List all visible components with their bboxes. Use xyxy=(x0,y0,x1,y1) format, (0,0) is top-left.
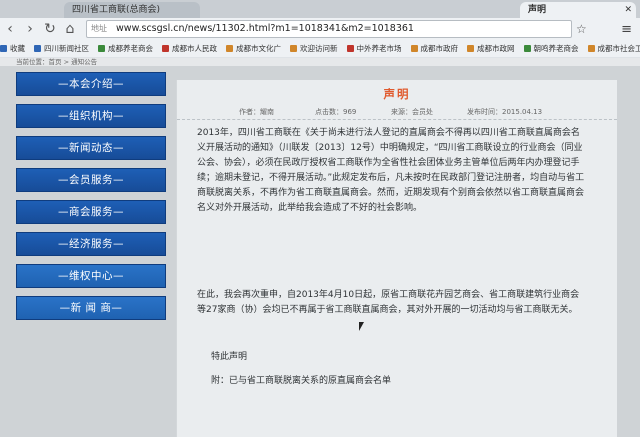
tab-statement[interactable]: 声明 ✕ xyxy=(520,2,636,18)
sidebar-item-chamber-services[interactable]: —商会服务— xyxy=(16,200,166,224)
bookmark-icon xyxy=(346,45,354,52)
bookmark-icon xyxy=(587,45,595,52)
bookmark-icon xyxy=(226,45,233,52)
bookmark-item[interactable]: 欢迎访问新 xyxy=(290,43,338,54)
article-sign: 特此声明 xyxy=(211,352,248,362)
article-clicks: 点击数：969 xyxy=(315,108,357,116)
bookmark-icon xyxy=(467,45,474,52)
sidebar-item-economic-services[interactable]: —经济服务— xyxy=(16,232,166,256)
bookmarks-bar: 收藏 四川新闻社区 成都养老商会 成都市人民政 成都市文化广 欢迎访问新 中外养… xyxy=(0,40,640,57)
article-panel: 声明 作者：耀南 点击数：969 来源：会员处 发布时间：2015.04.13 … xyxy=(176,80,617,437)
article-source: 来源：会员处 xyxy=(391,108,433,116)
sidebar-nav: —本会介绍— —组织机构— —新闻动态— —会员服务— —商会服务— —经济服务… xyxy=(16,72,166,328)
tab-label: 声明 xyxy=(528,5,547,15)
bookmark-icon xyxy=(410,45,418,52)
sidebar-item-about[interactable]: —本会介绍— xyxy=(16,72,166,96)
bookmark-item[interactable]: 朝鸣养老商会 xyxy=(523,43,579,54)
article-meta: 作者：耀南 点击数：969 来源：会员处 发布时间：2015.04.13 xyxy=(177,105,617,120)
bookmark-icon xyxy=(523,45,531,52)
bookmark-item[interactable]: 四川新闻社区 xyxy=(34,43,89,54)
tab-scsgsl[interactable]: 四川省工商联(总商会) xyxy=(64,2,200,18)
browser-chrome: 四川省工商联(总商会) 声明 ✕ ‹ › ↻ ⌂ 地址 www.scsgsl.c… xyxy=(0,0,640,59)
article-author: 作者：耀南 xyxy=(239,108,274,116)
sidebar-item-rights-center[interactable]: —维权中心— xyxy=(16,264,166,288)
home-icon[interactable]: ⌂ xyxy=(60,21,80,37)
page-title: 声明 xyxy=(383,87,411,101)
sidebar-item-member-services[interactable]: —会员服务— xyxy=(16,168,166,192)
bookmark-item[interactable]: 收藏 xyxy=(0,43,25,54)
menu-icon[interactable]: ≡ xyxy=(621,22,632,37)
address-bar[interactable]: 地址 www.scsgsl.cn/news/11302.html?m1=1018… xyxy=(86,20,572,38)
bookmark-item[interactable]: 成都市政网 xyxy=(467,43,515,54)
bookmark-icon xyxy=(290,45,297,52)
bookmark-icon xyxy=(0,45,7,52)
bookmark-item[interactable]: 成都市人民政 xyxy=(162,43,217,54)
back-icon[interactable]: ‹ xyxy=(0,21,20,37)
forward-icon[interactable]: › xyxy=(20,21,40,37)
bookmark-icon xyxy=(98,45,105,52)
article-paragraph: 在此，我会再次重申，自2013年4月10日起，原省工商联花卉园艺商会、省工商联建… xyxy=(197,290,580,315)
bookmark-item[interactable]: 成都养老商会 xyxy=(98,43,153,54)
bookmark-item[interactable]: 成都市政府 xyxy=(410,43,458,54)
sidebar-item-new-chambers[interactable]: —新 闻 商— xyxy=(16,296,166,320)
breadcrumb: 当前位置：首页 > 通知公告 xyxy=(0,58,640,66)
tab-label: 四川省工商联(总商会) xyxy=(72,5,161,15)
bookmark-item[interactable]: 中外养老市场 xyxy=(346,43,402,54)
mouse-cursor-icon xyxy=(359,322,364,331)
bookmark-icon xyxy=(34,45,41,52)
article-date: 发布时间：2015.04.13 xyxy=(467,108,543,116)
url-text: www.scsgsl.cn/news/11302.html?m1=1018341… xyxy=(116,23,414,34)
bookmark-item[interactable]: 成都市文化广 xyxy=(226,43,281,54)
article-paragraph: 2013年，四川省工商联在《关于尚未进行法人登记的直属商会不得再以四川省工商联直… xyxy=(197,128,585,213)
address-label: 地址 xyxy=(91,24,107,33)
bookmark-icon xyxy=(162,45,169,52)
close-icon[interactable]: ✕ xyxy=(624,2,632,18)
bookmark-item[interactable]: 成都市社会工 xyxy=(587,43,640,54)
article-attachment: 附：已与省工商联脱离关系的原直属商会名单 xyxy=(211,376,392,386)
tab-strip: 四川省工商联(总商会) 声明 ✕ xyxy=(0,0,640,18)
star-icon[interactable]: ☆ xyxy=(576,22,587,36)
reload-icon[interactable]: ↻ xyxy=(40,21,60,37)
sidebar-item-news[interactable]: —新闻动态— xyxy=(16,136,166,160)
sidebar-item-organization[interactable]: —组织机构— xyxy=(16,104,166,128)
navigation-bar: ‹ › ↻ ⌂ 地址 www.scsgsl.cn/news/11302.html… xyxy=(0,18,640,40)
